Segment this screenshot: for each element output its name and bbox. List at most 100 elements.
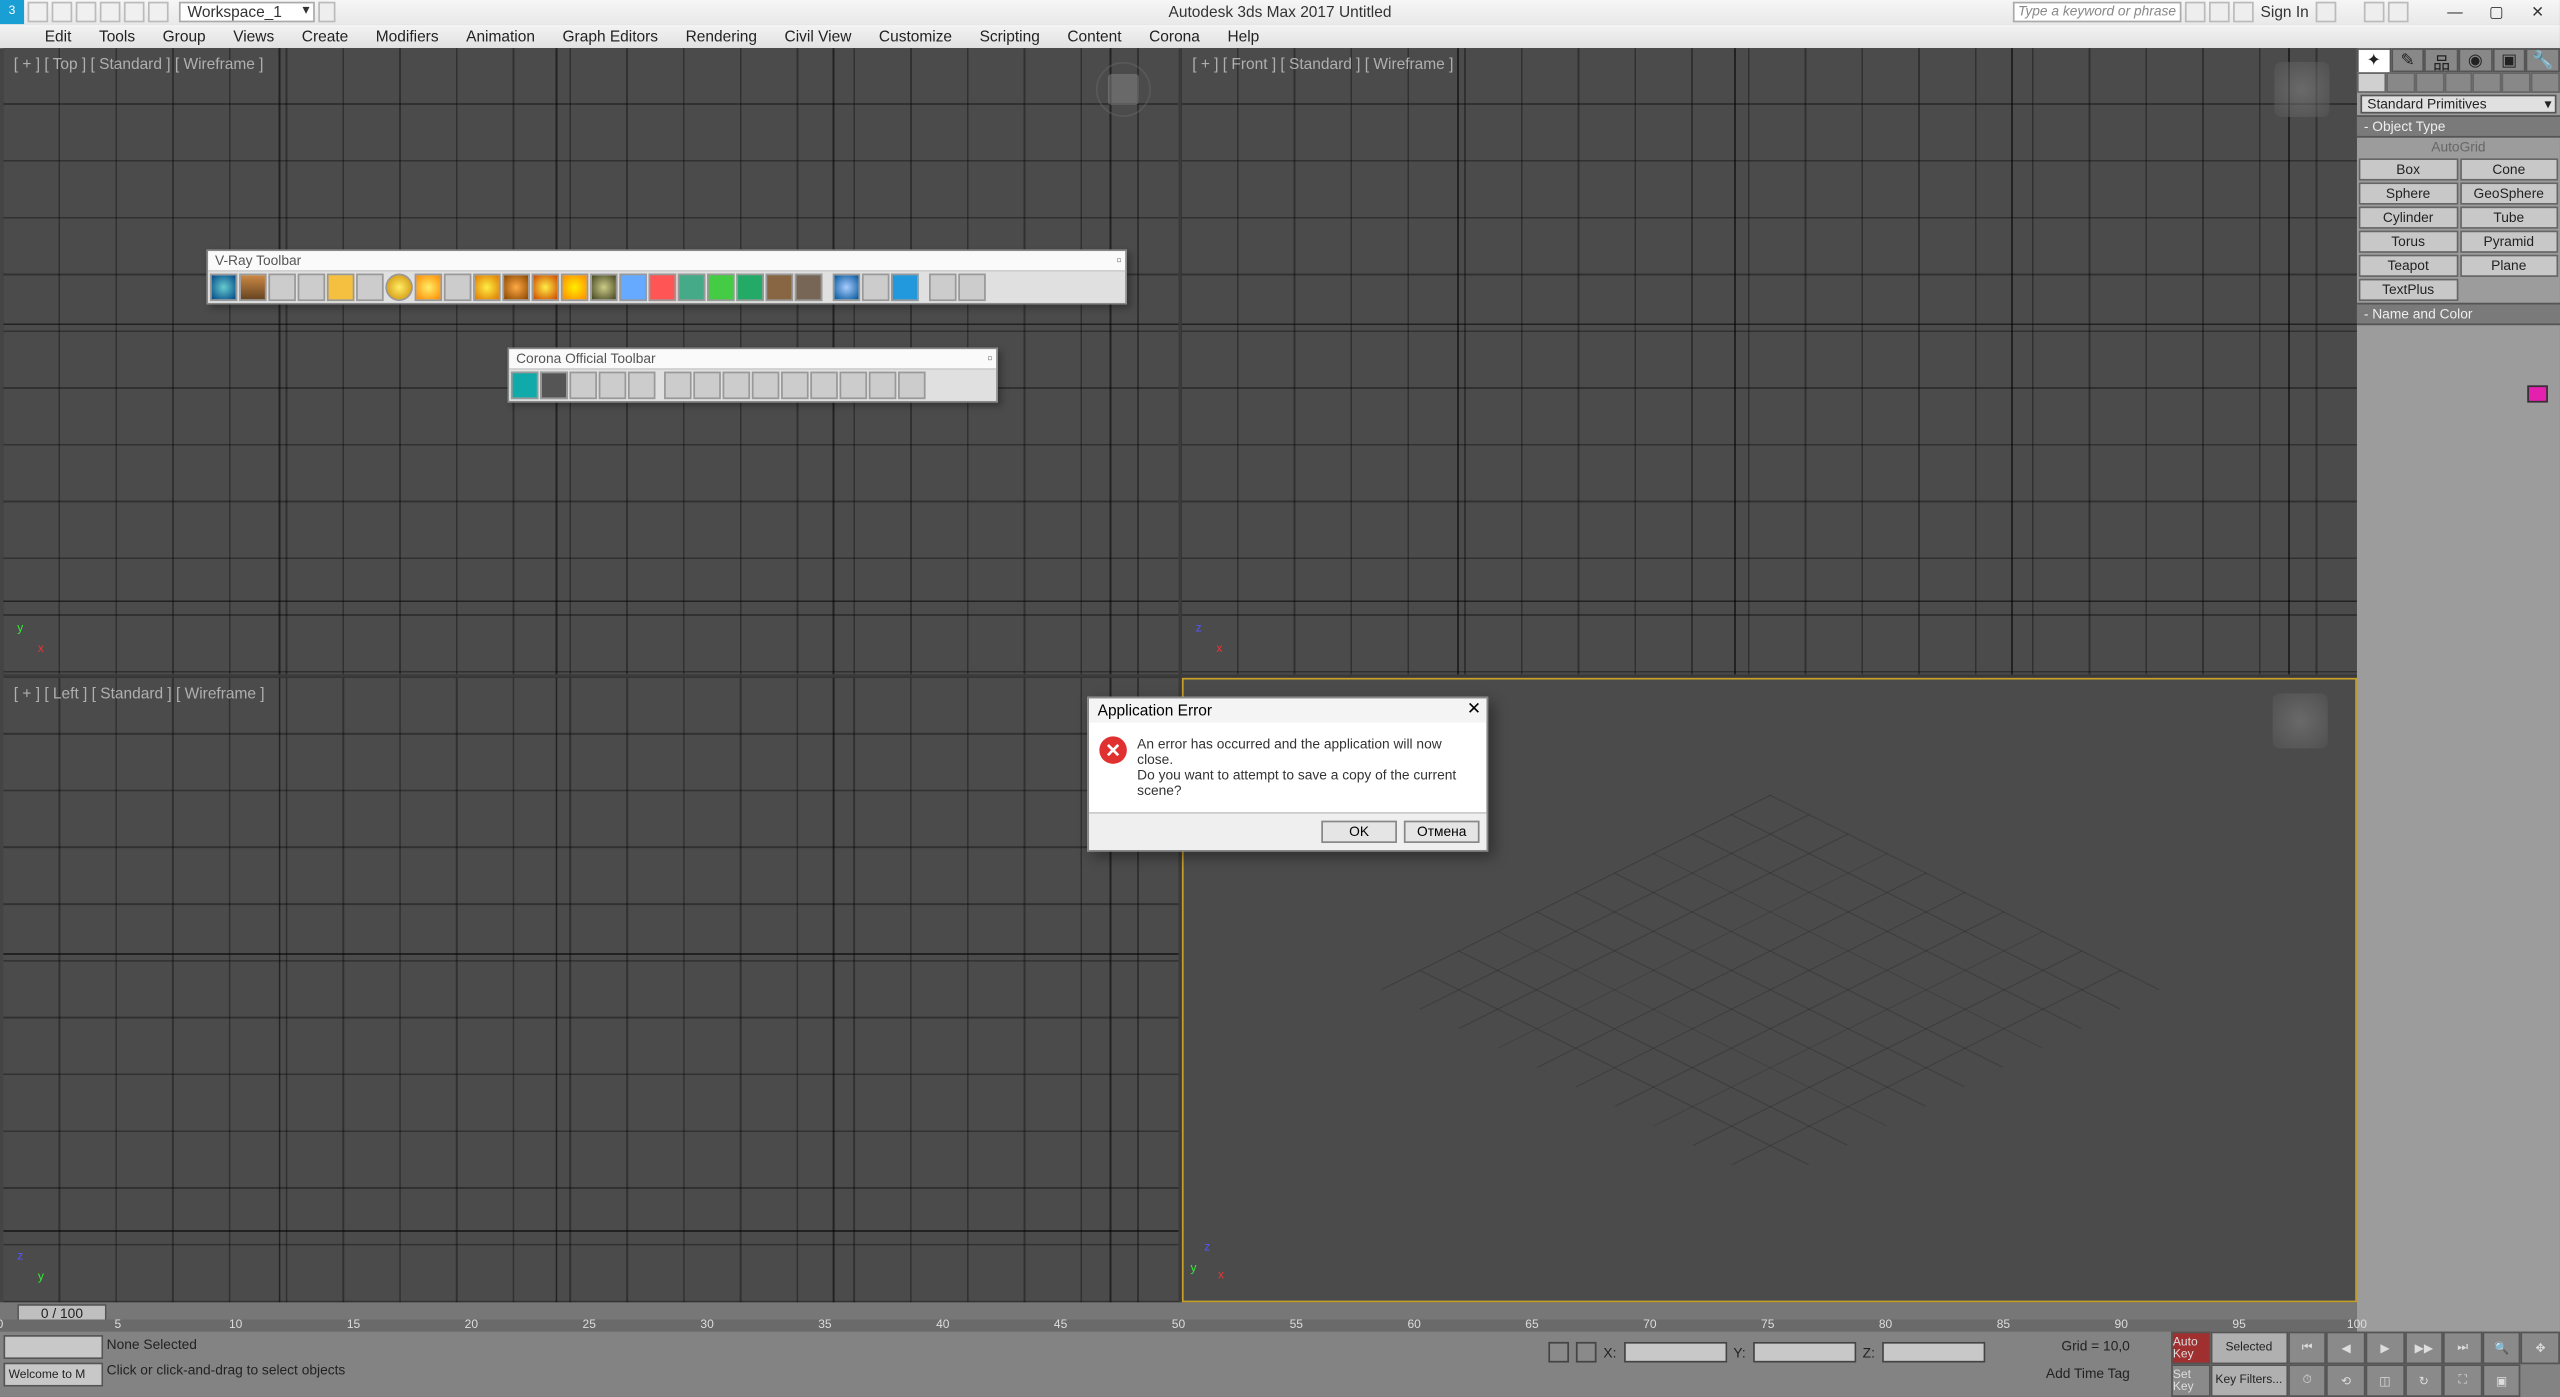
nav-extents-icon[interactable]: ▣ [2482,1364,2521,1397]
tab-hierarchy-icon[interactable]: 品 [2425,48,2459,72]
menu-graph-editors[interactable]: Graph Editors [549,28,672,45]
tab-create-icon[interactable]: ✦ [2357,48,2391,72]
nav-orbit-icon[interactable]: ⟲ [2327,1364,2366,1397]
menu-animation[interactable]: Animation [452,28,548,45]
window-close-button[interactable]: ✕ [2519,2,2557,23]
vray-material-icon[interactable] [833,274,861,302]
nav-roll-icon[interactable]: ↻ [2404,1364,2443,1397]
vray-proxy-icon[interactable] [678,274,706,302]
primitive-category-dropdown[interactable]: Standard Primitives [2360,95,2556,114]
qat-redo-icon[interactable] [124,2,145,23]
script-input[interactable] [3,1335,103,1359]
vray-moon-icon[interactable] [356,274,384,302]
corona-lister-icon[interactable] [628,372,656,400]
vray-fur-icon[interactable] [707,274,735,302]
corona-proxy-icon[interactable] [723,372,751,400]
qat-link-icon[interactable] [148,2,169,23]
corona-volume-icon[interactable] [869,372,897,400]
close-icon[interactable]: ▫ [1116,251,1122,268]
tab-motion-icon[interactable]: ◉ [2458,48,2492,72]
corona-converter-icon[interactable] [752,372,780,400]
corona-help-icon[interactable] [898,372,926,400]
corona-render-icon[interactable] [511,372,539,400]
rollout-name-and-color[interactable]: Name and Color [2357,303,2560,325]
menu-customize[interactable]: Customize [865,28,966,45]
corona-material-icon[interactable] [664,372,692,400]
object-button-box[interactable]: Box [2359,158,2458,180]
sign-in-link[interactable]: Sign In [2257,3,2312,20]
menu-create[interactable]: Create [288,28,362,45]
menu-corona[interactable]: Corona [1135,28,1213,45]
object-button-geosphere[interactable]: GeoSphere [2459,182,2558,204]
corona-toolbar-title[interactable]: Corona Official Toolbar▫ [509,349,996,370]
tab-modify-icon[interactable]: ✎ [2391,48,2425,72]
exchange-icon[interactable] [2209,2,2230,23]
corona-scatter-icon[interactable] [693,372,721,400]
menu-content[interactable]: Content [1054,28,1136,45]
help-icon[interactable] [2388,2,2409,23]
menu-rendering[interactable]: Rendering [672,28,771,45]
dialog-titlebar[interactable]: Application Error ✕ [1089,698,1486,722]
qat-open-icon[interactable] [52,2,73,23]
object-color-swatch[interactable] [2527,385,2548,402]
object-button-textplus[interactable]: TextPlus [2359,279,2458,301]
vray-camera-icon[interactable] [619,274,647,302]
tab-utilities-icon[interactable]: 🔧 [2526,48,2560,72]
time-config-icon[interactable]: ⏱ [2288,1364,2327,1397]
object-button-torus[interactable]: Torus [2359,231,2458,253]
subtab-systems-icon[interactable] [2531,72,2560,93]
vray-vfb-icon[interactable] [862,274,890,302]
viewport-front[interactable]: [ + ] [ Front ] [ Standard ] [ Wireframe… [1182,48,2357,673]
absolute-icon[interactable] [1576,1342,1597,1363]
z-field[interactable] [1882,1342,1985,1363]
search-input[interactable]: Type a keyword or phrase [2013,2,2182,23]
dialog-close-button[interactable]: ✕ [1467,700,1481,719]
corona-distance-icon[interactable] [810,372,838,400]
menu-group[interactable]: Group [149,28,220,45]
nav-zoom-icon[interactable]: 🔍 [2482,1332,2521,1365]
viewport-left-label[interactable]: [ + ] [ Left ] [ Standard ] [ Wireframe … [14,684,265,701]
vray-grid-icon[interactable] [268,274,296,302]
subtab-helpers-icon[interactable] [2473,72,2502,93]
vray-light-icon[interactable] [327,274,355,302]
subtab-cameras-icon[interactable] [2444,72,2473,93]
cancel-button[interactable]: Отмена [1404,821,1480,843]
window-maximize-button[interactable]: ▢ [2477,2,2515,23]
play-end-icon[interactable]: ⏭ [2443,1332,2482,1365]
nav-maximize-icon[interactable]: ⛶ [2443,1364,2482,1397]
vray-clipper-icon[interactable] [766,274,794,302]
vray-dome-icon[interactable] [415,274,443,302]
selected-dropdown[interactable]: Selected [2210,1332,2288,1365]
menu-edit[interactable]: Edit [31,28,85,45]
vray-ies-icon[interactable] [532,274,560,302]
object-button-tube[interactable]: Tube [2459,206,2558,228]
corona-ir-icon[interactable] [540,372,568,400]
vray-scatter-icon[interactable] [736,274,764,302]
menu-tools[interactable]: Tools [85,28,149,45]
viewcube-icon[interactable] [2274,62,2329,117]
subtab-geometry-icon[interactable] [2357,72,2386,93]
vray-framebuffer-icon[interactable] [239,274,267,302]
vray-mesh-icon[interactable] [502,274,530,302]
play-start-icon[interactable]: ⏮ [2288,1332,2327,1365]
window-minimize-button[interactable]: — [2436,2,2474,23]
vray-instancer-icon[interactable] [795,274,823,302]
object-button-plane[interactable]: Plane [2459,255,2558,277]
vray-help-icon[interactable] [958,274,986,302]
vray-sun-icon[interactable] [385,274,413,302]
object-button-cone[interactable]: Cone [2459,158,2558,180]
menu-views[interactable]: Views [219,28,288,45]
time-slider[interactable]: 0 / 100 05101520253035404550556065707580… [0,1302,2357,1331]
menu-help[interactable]: Help [1214,28,1273,45]
object-button-pyramid[interactable]: Pyramid [2459,231,2558,253]
play-next-icon[interactable]: ▶▶ [2404,1332,2443,1365]
lock-icon[interactable] [1548,1342,1569,1363]
object-button-teapot[interactable]: Teapot [2359,255,2458,277]
subtab-shapes-icon[interactable] [2386,72,2415,93]
viewcube-icon[interactable] [1096,62,1151,117]
y-field[interactable] [1753,1342,1856,1363]
signin-dropdown-icon[interactable] [2316,2,2337,23]
vray-spot-icon[interactable] [444,274,472,302]
viewport-left[interactable]: [ + ] [ Left ] [ Standard ] [ Wireframe … [3,677,1178,1302]
corona-light-icon[interactable] [599,372,627,400]
